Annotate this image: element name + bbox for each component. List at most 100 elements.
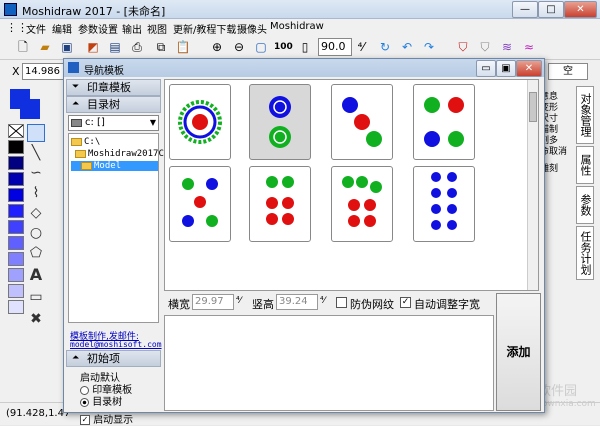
color-blue8[interactable] <box>8 300 24 314</box>
maximize-button[interactable]: □ <box>538 1 564 18</box>
add-button[interactable]: 添加 <box>496 293 541 411</box>
color-blue7[interactable] <box>8 284 24 298</box>
color-blue[interactable] <box>8 188 24 202</box>
template-card[interactable] <box>169 166 231 242</box>
color-blue4[interactable] <box>8 236 24 250</box>
diamond-tool-icon[interactable]: ◇ <box>27 204 45 222</box>
dialog-maximize-button[interactable]: ▣ <box>496 60 516 77</box>
redo-icon[interactable]: ↷ <box>420 38 438 56</box>
width-input[interactable]: 29.97 <box>192 294 234 310</box>
menu-params[interactable]: 参数设置 <box>78 21 118 36</box>
ellipse-tool-icon[interactable]: ○ <box>27 224 45 242</box>
color-blue6[interactable] <box>8 268 24 282</box>
x-coordinate-input[interactable]: 14.986 <box>22 63 66 80</box>
delete-tool-icon[interactable]: ✖ <box>27 310 45 328</box>
export-icon[interactable]: ▤ <box>106 38 124 56</box>
zoom-in-icon[interactable]: ⊕ <box>208 38 226 56</box>
right-panel: 意息 变形 尺寸 描制 刻多 命取消 雕刻 对象管理 属性 参数 任务计划 <box>540 84 600 402</box>
menu-view[interactable]: 视图 <box>147 21 167 36</box>
tab-task-plan[interactable]: 任务计划 <box>576 226 594 280</box>
color-none[interactable] <box>8 124 24 138</box>
checkbox-checked-icon: ✓ <box>80 415 90 425</box>
shield-gray-icon[interactable]: ⛉ <box>476 38 494 56</box>
tree-item[interactable]: Moshidraw2017C <box>75 149 164 159</box>
fill-select[interactable]: 空 <box>548 63 588 80</box>
close-button[interactable]: ✕ <box>564 1 597 18</box>
folder-open-icon <box>71 137 82 146</box>
zoom-100-icon[interactable]: 100 <box>274 38 293 56</box>
paste-icon[interactable]: 📋 <box>174 38 192 56</box>
color-blue2[interactable] <box>8 204 24 218</box>
open-folder-icon[interactable]: ▰ <box>36 38 54 56</box>
tree-item[interactable]: C:\ <box>71 137 100 147</box>
print-icon[interactable]: ⎙ <box>128 38 146 56</box>
curve-tool-icon[interactable]: ∽ <box>27 164 45 182</box>
copy-icon[interactable]: ⧉ <box>152 38 170 56</box>
title-bar: Moshidraw 2017 - [未命名] — □ ✕ <box>0 0 600 19</box>
menu-file[interactable]: 文件 <box>26 21 46 36</box>
zoom-input[interactable]: 90.0 <box>318 38 352 56</box>
blank-page-icon[interactable]: ▯ <box>296 38 314 56</box>
menu-edit[interactable]: 编辑 <box>52 21 72 36</box>
polygon-tool-icon[interactable]: ⬠ <box>27 244 45 262</box>
new-file-icon[interactable]: 🗋 <box>14 38 32 56</box>
text-tool-icon[interactable]: A <box>27 266 45 284</box>
tree-item-selected[interactable]: Model <box>71 161 158 171</box>
folder-open-icon <box>81 161 92 170</box>
line-tool-icon[interactable]: ╲ <box>27 144 45 162</box>
color-blue5[interactable] <box>8 252 24 266</box>
anti-forgery-checkbox[interactable] <box>336 297 347 308</box>
tab-object-manager[interactable]: 对象管理 <box>576 86 594 144</box>
template-card-selected[interactable] <box>249 84 311 160</box>
import-icon[interactable]: ◩ <box>84 38 102 56</box>
radio-dir-tree[interactable]: 目录树 <box>80 393 122 408</box>
shield-red-icon[interactable]: ⛉ <box>454 38 472 56</box>
template-card[interactable] <box>331 84 393 160</box>
dialog-close-button[interactable]: ✕ <box>516 60 542 77</box>
tab-parameters[interactable]: 参数 <box>576 186 594 224</box>
credit-email-link[interactable]: model@moshisoft.com <box>70 340 162 349</box>
menu-output[interactable]: 输出 <box>122 21 142 36</box>
grid-scrollbar[interactable] <box>527 80 538 290</box>
auto-adjust-checkbox[interactable]: ✓ <box>400 297 411 308</box>
rotate-icon[interactable]: ↻ <box>376 38 394 56</box>
scrollbar-thumb[interactable] <box>529 92 537 122</box>
wave-pattern-icon[interactable]: ≈ <box>520 38 538 56</box>
wave-icon[interactable]: ≋ <box>498 38 516 56</box>
tab-properties[interactable]: 属性 <box>576 146 594 184</box>
template-properties: 横宽 29.97 ⁴⁄ 竖高 39.24 ⁴⁄ 防伪网纹 ✓ 自动调整字宽 <box>164 293 494 313</box>
drive-select[interactable]: c: [] ▼ <box>68 115 159 131</box>
polyline-tool-icon[interactable]: ⌇ <box>27 184 45 202</box>
menu-moshidraw[interactable]: Moshidraw <box>270 21 324 32</box>
dialog-minimize-button[interactable]: ▭ <box>476 60 496 77</box>
stroke-color-swatch[interactable] <box>20 99 40 119</box>
zoom-fit-icon[interactable]: ▢ <box>252 38 270 56</box>
height-input[interactable]: 39.24 <box>276 294 318 310</box>
height-spinner-icon[interactable]: ⁴⁄ <box>320 296 325 306</box>
template-card[interactable] <box>331 166 393 242</box>
color-black[interactable] <box>8 140 24 154</box>
save-icon[interactable]: ▣ <box>58 38 76 56</box>
color-navy[interactable] <box>8 156 24 170</box>
template-card[interactable] <box>413 84 475 160</box>
minimize-button[interactable]: — <box>512 1 538 18</box>
template-card[interactable] <box>249 166 311 242</box>
menu-camera[interactable]: 摄像头 <box>237 21 267 36</box>
zoom-out-icon[interactable]: ⊖ <box>230 38 248 56</box>
menu-update[interactable]: 更新/教程下载 <box>173 21 236 36</box>
template-text-area[interactable] <box>164 315 494 411</box>
select-tool-icon[interactable] <box>27 124 45 142</box>
image-tool-icon[interactable]: ▭ <box>27 288 45 306</box>
color-blue3[interactable] <box>8 220 24 234</box>
undo-icon[interactable]: ↶ <box>398 38 416 56</box>
width-spinner-icon[interactable]: ⁴⁄ <box>236 296 241 306</box>
template-card[interactable] <box>169 84 231 160</box>
directory-tree[interactable]: C:\ Moshidraw2017C Model <box>68 133 164 323</box>
zoom-spinner-icon[interactable]: ⁴⁄ <box>352 38 370 56</box>
startup-show-checkbox[interactable]: ✓ 启动显示 <box>80 411 133 426</box>
dir-tree-header[interactable]: ⏶ 目录树 <box>66 96 161 113</box>
stamp-template-header[interactable]: ⏷ 印章模板 <box>66 79 161 96</box>
init-section-header[interactable]: ⏶ 初始项 <box>66 350 161 367</box>
color-darkblue[interactable] <box>8 172 24 186</box>
template-card[interactable] <box>413 166 475 242</box>
